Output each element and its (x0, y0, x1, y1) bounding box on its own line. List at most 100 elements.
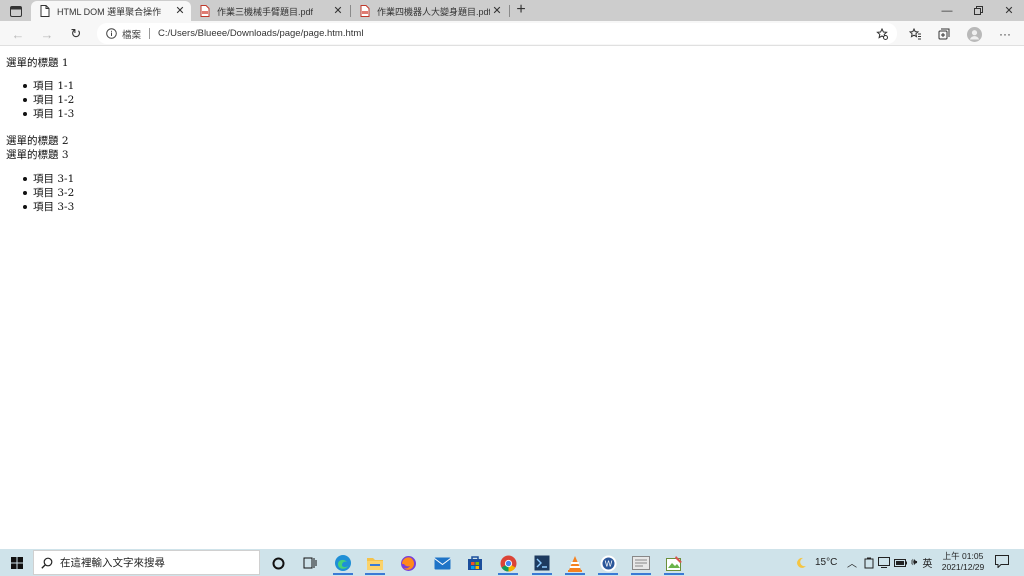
search-placeholder: 在這裡輸入文字來搜尋 (60, 557, 165, 569)
volume-icon[interactable]: 🕪 (911, 557, 917, 568)
taskbar-app-ide[interactable] (529, 551, 555, 575)
taskbar-app-paint[interactable] (661, 551, 687, 575)
menu-title-1[interactable]: 選單的標題 1 (6, 55, 69, 70)
tab-separator (509, 5, 510, 17)
minimize-button[interactable]: — (931, 0, 963, 21)
avatar-icon (966, 26, 982, 42)
plus-icon: + (516, 1, 526, 18)
page-content: 選單的標題 1 項目 1-1 項目 1-2 項目 1-3 選單的標題 2 選單的… (0, 47, 1024, 549)
tab-actions-button[interactable] (5, 3, 27, 19)
taskbar-app-mail[interactable] (429, 551, 455, 575)
input-method-indicator[interactable]: 英 (922, 555, 932, 570)
page-icon (39, 5, 51, 17)
menu-title-3[interactable]: 選單的標題 3 (6, 147, 69, 162)
menu-list-3: 項目 3-1 項目 3-2 項目 3-3 (22, 172, 75, 214)
restore-icon (973, 6, 983, 15)
tab-actions-icon (10, 5, 22, 17)
tray-icons: 🕪 英 (864, 549, 932, 576)
taskbar-app-vlc[interactable] (562, 551, 588, 575)
settings-more-button[interactable]: ··· (996, 25, 1014, 43)
scheme-label: 檔案 (122, 29, 142, 41)
tab-close-button[interactable]: ✕ (173, 4, 187, 18)
system-clock[interactable]: 上午 01:05 2021/12/29 (938, 551, 988, 573)
taskbar-app-explorer[interactable] (362, 551, 388, 575)
taskbar-search-box[interactable]: 在這裡輸入文字來搜尋 (33, 550, 260, 575)
monitor-icon[interactable] (878, 557, 890, 568)
taskbar-app-edge[interactable] (330, 551, 356, 575)
moon-icon (797, 557, 806, 568)
chrome-icon (500, 555, 516, 571)
folder-icon (367, 557, 383, 570)
cortana-icon (272, 557, 284, 569)
code-editor-icon (534, 555, 550, 571)
tab-title: HTML DOM 選單聚合操作 (57, 6, 162, 17)
viewer-icon (632, 556, 650, 570)
collections-icon (938, 28, 950, 40)
menu-item: 項目 3-2 (22, 187, 75, 199)
notification-icon (995, 555, 1009, 569)
taskbar-app-store[interactable] (462, 551, 488, 575)
cortana-button[interactable] (265, 551, 291, 575)
minimize-icon: — (941, 4, 953, 17)
taskbar-app-word[interactable]: W (595, 551, 621, 575)
address-divider (149, 28, 151, 39)
back-button[interactable]: ← (9, 25, 27, 43)
notification-center-button[interactable] (995, 555, 1011, 569)
tab-pdf-arm[interactable]: 作業三機械手臂題目.pdf ✕ (191, 1, 349, 21)
tab-pdf-robot[interactable]: 作業四機器人大變身題目.pdf ✕ (351, 1, 508, 21)
weather-temperature: 15°C (815, 557, 838, 568)
pdf-icon (359, 5, 371, 17)
tab-close-button[interactable]: ✕ (490, 4, 504, 18)
favorites-icon (908, 28, 921, 40)
more-icon: ··· (999, 27, 1011, 41)
favorites-button[interactable] (906, 25, 924, 43)
task-view-icon (303, 557, 317, 569)
battery-icon[interactable] (894, 558, 907, 567)
task-view-button[interactable] (297, 551, 323, 575)
close-window-button[interactable]: ✕ (993, 0, 1024, 21)
weather-widget[interactable]: 15°C (795, 549, 837, 576)
document-app-icon: W (600, 555, 616, 571)
arrow-left-icon: ← (11, 26, 25, 42)
arrow-right-icon: → (40, 26, 54, 42)
mail-icon (433, 557, 451, 569)
menu-list-1: 項目 1-1 項目 1-2 項目 1-3 (22, 79, 75, 121)
add-favorite-icon[interactable] (875, 27, 889, 41)
browser-toolbar: ← → ↻ 檔案 C:/Users/Blueee/Downloads/page/… (0, 21, 1024, 46)
profile-button[interactable] (965, 25, 983, 43)
search-icon (40, 556, 54, 570)
tab-title: 作業三機械手臂題目.pdf (217, 6, 314, 17)
refresh-icon: ↻ (70, 26, 82, 41)
close-icon: ✕ (1004, 5, 1014, 17)
paint-icon (665, 555, 682, 571)
start-button[interactable] (0, 549, 33, 576)
clock-date: 2021/12/29 (941, 562, 985, 572)
pdf-icon (199, 5, 211, 17)
taskbar: 在這裡輸入文字來搜尋 W 15°C ︿ 🕪 英 上午 01:05 2021/12… (0, 549, 1024, 576)
edge-icon (335, 555, 351, 571)
windows-logo-icon (10, 556, 23, 569)
tab-strip: HTML DOM 選單聚合操作 ✕ 作業三機械手臂題目.pdf ✕ 作業四機器人… (0, 0, 1024, 21)
new-tab-button[interactable]: + (513, 2, 529, 18)
tab-close-button[interactable]: ✕ (331, 4, 345, 18)
menu-item: 項目 1-3 (22, 108, 75, 120)
tray-overflow-button[interactable]: ︿ (847, 549, 857, 576)
refresh-button[interactable]: ↻ (67, 25, 85, 43)
taskbar-app-chrome[interactable] (495, 551, 521, 575)
info-icon[interactable] (105, 28, 117, 40)
tray-app-icon[interactable] (864, 557, 874, 569)
taskbar-app-viewer[interactable] (628, 551, 654, 575)
address-bar[interactable]: 檔案 C:/Users/Blueee/Downloads/page/page.h… (97, 23, 897, 44)
menu-title-2[interactable]: 選單的標題 2 (6, 133, 69, 148)
vlc-icon (568, 555, 582, 572)
restore-button[interactable] (962, 0, 994, 21)
collections-button[interactable] (935, 25, 953, 43)
chevron-up-icon: ︿ (847, 559, 857, 570)
menu-item: 項目 3-1 (22, 173, 75, 185)
forward-button[interactable]: → (38, 25, 56, 43)
svg-text:W: W (604, 559, 612, 568)
url-text[interactable]: C:/Users/Blueee/Downloads/page/page.htm.… (158, 28, 875, 39)
tab-html-dom[interactable]: HTML DOM 選單聚合操作 ✕ (31, 1, 191, 21)
taskbar-app-firefox[interactable] (395, 551, 421, 575)
menu-item: 項目 1-2 (22, 94, 75, 106)
